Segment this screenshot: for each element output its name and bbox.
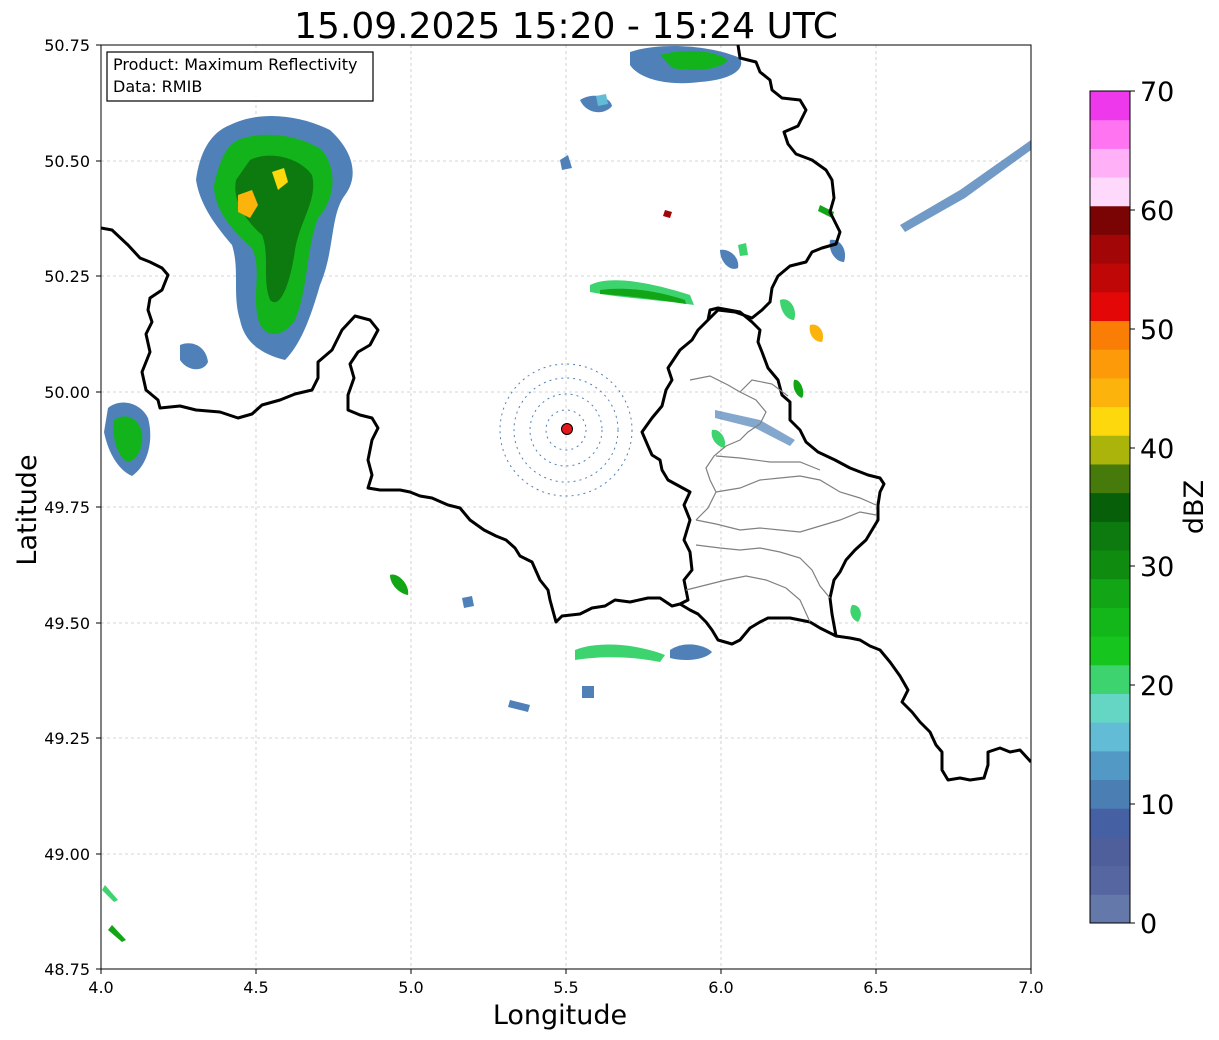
colorbar-swatch (1090, 205, 1130, 235)
colorbar-swatch (1090, 234, 1130, 264)
colorbar-swatch (1090, 177, 1130, 207)
colorbar-tick-label: 10 (1140, 790, 1174, 821)
colorbar-swatch (1090, 836, 1130, 867)
colorbar-swatch (1090, 119, 1130, 149)
colorbar-swatch (1090, 263, 1130, 293)
x-axis: 4.0 4.5 5.0 5.5 6.0 6.5 7.0 Longitude (88, 969, 1044, 1031)
colorbar-swatch (1090, 636, 1130, 666)
y-tick-label: 50.25 (44, 267, 90, 286)
colorbar-swatch (1090, 865, 1130, 895)
x-tick-label: 7.0 (1018, 978, 1043, 997)
y-tick-label: 48.75 (44, 960, 90, 979)
x-tick-label: 5.0 (398, 978, 423, 997)
colorbar-swatch (1090, 377, 1130, 408)
radar-site-marker (561, 423, 573, 435)
colorbar-tick-label: 20 (1140, 671, 1174, 702)
colorbar-swatch (1090, 607, 1130, 637)
colorbar-swatch (1090, 291, 1130, 322)
x-tick-label: 4.5 (243, 978, 268, 997)
colorbar-swatch (1090, 521, 1130, 551)
radar-figure: 15.09.2025 15:20 - 15:24 UTC Product: Ma… (12, 6, 1210, 1031)
y-tick-label: 49.50 (44, 614, 90, 633)
y-axis: 50.75 50.50 50.25 50.00 49.75 49.50 49.2… (12, 36, 101, 979)
y-axis-label: Latitude (12, 454, 43, 565)
colorbar-tick-label: 40 (1140, 434, 1174, 465)
colorbar-swatch (1090, 808, 1130, 838)
colorbar: 0 10 20 30 40 50 60 70 dBZ (1089, 77, 1210, 940)
colorbar-tick-label: 0 (1140, 909, 1157, 940)
colorbar-label: dBZ (1179, 480, 1210, 534)
colorbar-swatches (1090, 91, 1130, 924)
colorbar-swatch (1090, 779, 1130, 809)
info-data-source: Data: RMIB (113, 77, 202, 96)
x-tick-label: 6.0 (708, 978, 733, 997)
colorbar-swatch (1090, 148, 1130, 178)
colorbar-swatch (1090, 349, 1130, 379)
colorbar-tick-label: 50 (1140, 315, 1174, 346)
map-title: 15.09.2025 15:20 - 15:24 UTC (294, 6, 838, 47)
y-tick-label: 50.50 (44, 152, 90, 171)
colorbar-swatch (1090, 406, 1130, 436)
colorbar-swatch (1090, 435, 1130, 465)
y-tick-label: 49.25 (44, 729, 90, 748)
x-tick-label: 5.5 (553, 978, 578, 997)
colorbar-swatch (1090, 578, 1130, 608)
colorbar-swatch (1090, 894, 1130, 924)
colorbar-tick-label: 30 (1140, 552, 1174, 583)
x-tick-label: 4.0 (88, 978, 113, 997)
colorbar-swatch (1090, 722, 1130, 752)
colorbar-swatch (1090, 750, 1130, 781)
x-tick-label: 6.5 (863, 978, 888, 997)
x-axis-label: Longitude (493, 1000, 627, 1031)
colorbar-swatch (1090, 664, 1130, 694)
y-tick-label: 49.75 (44, 498, 90, 517)
colorbar-swatch (1090, 463, 1130, 494)
y-tick-label: 49.00 (44, 845, 90, 864)
info-product: Product: Maximum Reflectivity (113, 55, 357, 74)
colorbar-swatch (1090, 550, 1130, 580)
colorbar-tick-label: 60 (1140, 196, 1174, 227)
info-box: Product: Maximum Reflectivity Data: RMIB (106, 51, 374, 102)
colorbar-swatch (1090, 693, 1130, 723)
colorbar-swatch (1090, 91, 1130, 121)
colorbar-tick-label: 70 (1140, 77, 1174, 108)
colorbar-swatch (1090, 320, 1130, 350)
colorbar-swatch (1090, 492, 1130, 522)
y-tick-label: 50.75 (44, 36, 90, 55)
y-tick-label: 50.00 (44, 383, 90, 402)
